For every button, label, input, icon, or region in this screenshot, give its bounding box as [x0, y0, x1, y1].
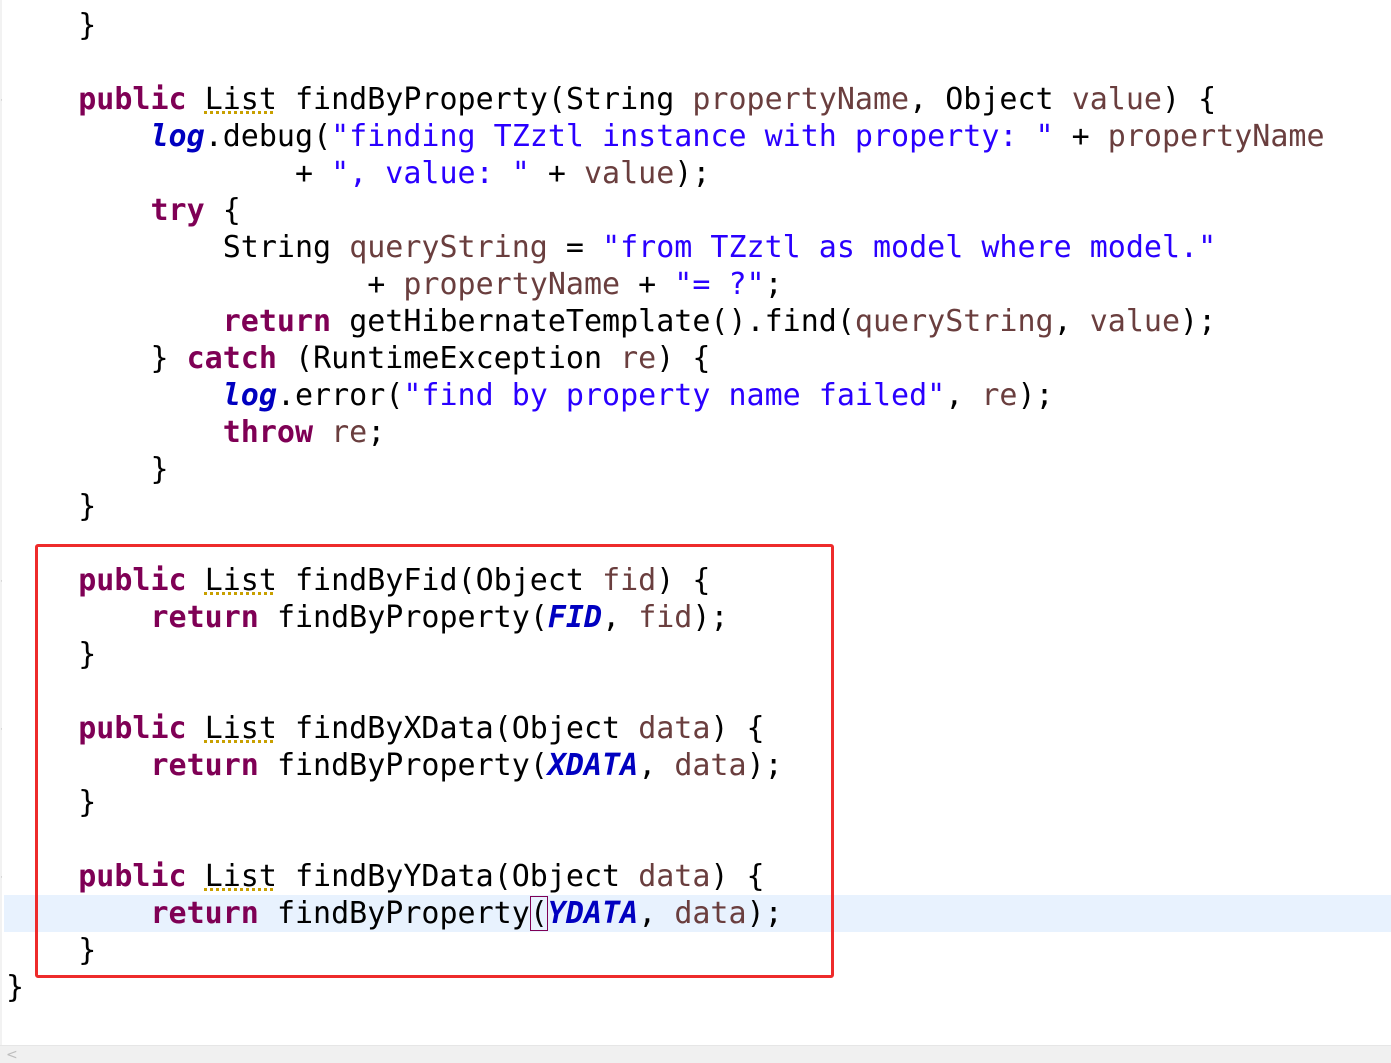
code-line[interactable]: public List findByProperty(String proper… [6, 81, 1216, 118]
static-field: log [150, 119, 205, 154]
code-line[interactable]: log.debug("finding TZztl instance with p… [6, 118, 1325, 155]
variable: queryString [854, 304, 1054, 339]
parameter: propertyName [692, 82, 910, 117]
method-call: find [764, 304, 837, 339]
red-highlight-box [35, 544, 834, 978]
string-literal: "= ?" [674, 267, 765, 302]
type-name: RuntimeException [313, 341, 603, 376]
method-name: findByProperty [295, 82, 548, 117]
keyword: public [78, 82, 187, 117]
code-line[interactable]: } [6, 7, 96, 44]
code-line[interactable]: try { [6, 192, 241, 229]
variable: re [331, 415, 368, 450]
code-editor[interactable]: · · · · } public List findByProperty(Str… [0, 0, 1391, 1063]
variable: value [583, 156, 675, 191]
type-name: List [204, 82, 277, 117]
code-line[interactable]: } catch (RuntimeException re) { [6, 340, 710, 377]
method-call: error [295, 378, 386, 413]
string-literal: ", value: " [331, 156, 530, 191]
scroll-left-icon[interactable]: < [6, 1046, 18, 1063]
string-literal: "from TZztl as model where model." [602, 230, 1217, 265]
method-call: debug [222, 119, 314, 154]
code-line[interactable]: + ", value: " + value); [6, 155, 710, 192]
parameter: value [1071, 82, 1162, 117]
type-name: String [565, 82, 675, 117]
variable: re [620, 341, 657, 376]
type-name: Object [945, 82, 1054, 117]
type-name: String [222, 230, 332, 265]
variable: value [1089, 304, 1181, 339]
code-line[interactable]: } [6, 451, 168, 488]
keyword: throw [222, 415, 314, 450]
keyword: catch [186, 341, 277, 376]
static-field: log [222, 378, 277, 413]
gutter-divider [0, 0, 2, 1045]
keyword: try [150, 193, 205, 228]
code-line[interactable]: } [6, 488, 96, 525]
variable: propertyName [1107, 119, 1325, 154]
string-literal: "find by property name failed" [403, 378, 946, 413]
code-line[interactable]: String queryString = "from TZztl as mode… [6, 229, 1216, 266]
keyword: return [222, 304, 332, 339]
code-line[interactable]: return getHibernateTemplate().find(query… [6, 303, 1216, 340]
variable: re [981, 378, 1018, 413]
code-line[interactable]: log.error("find by property name failed"… [6, 377, 1054, 414]
variable: queryString [349, 230, 548, 265]
code-line[interactable]: + propertyName + "= ?"; [6, 266, 782, 303]
method-call: getHibernateTemplate [349, 304, 711, 339]
string-literal: "finding TZztl instance with property: " [331, 119, 1054, 154]
horizontal-scrollbar[interactable]: < [0, 1045, 1391, 1063]
variable: propertyName [403, 267, 621, 302]
code-line[interactable]: } [6, 969, 24, 1006]
code-line[interactable]: throw re; [6, 414, 386, 451]
